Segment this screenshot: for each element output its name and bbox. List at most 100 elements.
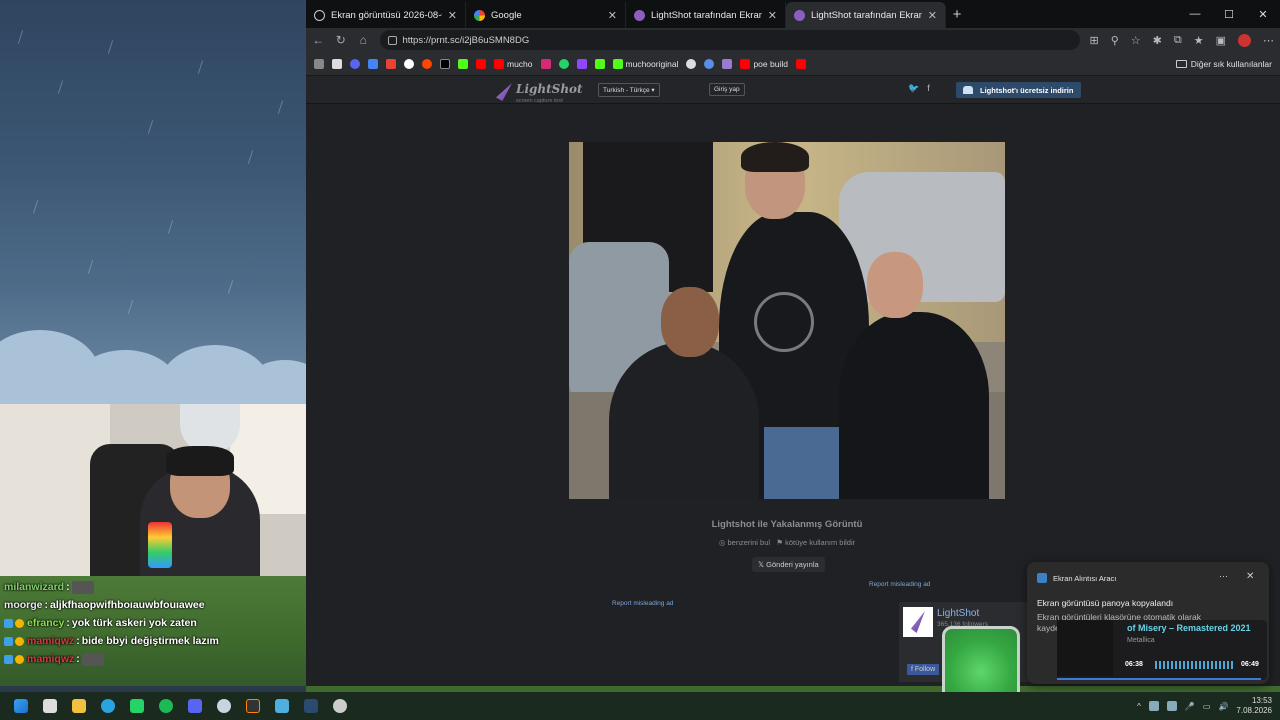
url-field[interactable]: https://prnt.sc/i2jB6uSMN8DG [379,30,1080,50]
other-bookmarks[interactable]: Diğer sık kullanılanlar [1175,59,1272,69]
tab-lightshot-active[interactable]: LightShot tarafından Ekran Görüntü ✕ [786,2,946,28]
twitter-icon[interactable]: 🐦 [908,83,919,94]
close-window-button[interactable]: ✕ [1246,8,1280,21]
split-screen-icon[interactable]: ⧉ [1174,34,1182,47]
mic-icon[interactable]: 🎤 [1185,702,1195,711]
emote-icon [81,652,104,666]
report-ad-link[interactable]: Report misleading ad [869,581,930,588]
report-ad-link[interactable]: Report misleading ad [612,600,673,607]
song-title: of Misery – Remastered 2021 [1127,623,1251,633]
new-tab-button[interactable]: + [946,6,968,23]
bookmark-poe-build[interactable]: poe build [740,58,788,69]
more-options-icon[interactable]: ⋯ [1219,571,1228,582]
refresh-icon[interactable]: ↻ [335,33,348,47]
home-icon[interactable]: ⌂ [357,33,370,47]
bookmark-instagram-icon[interactable] [540,58,551,69]
facebook-icon[interactable]: f [927,83,930,94]
tray-app-icon[interactable] [1148,701,1159,711]
taskbar: ^ 🎤 ▭ 🔊 13:53 7.08.2026 [0,692,1280,720]
steam-icon[interactable] [213,695,235,717]
bookmark-mucho[interactable]: mucho [494,58,533,69]
bookmark-icon[interactable] [332,58,342,69]
bookmark-youtube-icon[interactable] [476,58,486,69]
download-button[interactable]: Lightshot'ı ücretsiz indirin [956,82,1082,98]
taskview-icon[interactable] [39,695,61,717]
bookmark-whatsapp-icon[interactable] [558,58,569,69]
close-tab-icon[interactable]: ✕ [448,9,457,22]
youtube-icon [740,58,751,69]
follow-button[interactable]: f Follow [907,664,940,675]
tab-bar: Ekran görüntüsü 2026-08-07 132.. ✕ Googl… [306,0,1280,28]
bookmark-tab-actions-icon[interactable] [314,58,324,69]
extensions-icon[interactable]: ✱ [1153,34,1162,47]
discord-icon[interactable] [184,695,206,717]
close-tab-icon[interactable]: ✕ [768,9,777,22]
page-name[interactable]: LightShot [937,608,979,619]
bookmark-edge-icon[interactable] [704,58,715,69]
youtube-icon [494,58,504,69]
app-icon[interactable] [271,695,293,717]
stream-background-sky [0,0,306,404]
chat-message: mamiqwz: [4,650,304,668]
edge-icon[interactable] [97,695,119,717]
stream-chat: milanwizard: moorge: aljkfhaopwifhboıauwb… [4,578,304,668]
close-tab-icon[interactable]: ✕ [608,9,617,22]
bookmark-steam-icon[interactable] [686,58,697,69]
tab-screenshot[interactable]: Ekran görüntüsü 2026-08-07 132.. ✕ [306,2,466,28]
start-icon[interactable] [10,695,32,717]
system-tray: ^ 🎤 ▭ 🔊 13:53 7.08.2026 [1137,692,1272,720]
share-button[interactable]: 𝕏 Gönderi yayınla [752,557,825,572]
close-tab-icon[interactable]: ✕ [928,9,937,22]
lightshot-icon [794,9,805,21]
bookmark-kick2-icon[interactable] [594,58,605,69]
bookmark-youtube2-icon[interactable] [795,58,806,69]
bookmark-lightshot-icon[interactable] [722,58,733,69]
minimize-button[interactable]: — [1178,8,1212,21]
explorer-icon[interactable] [68,695,90,717]
chat-message: moorge: aljkfhaopwifhboıauwbfouıawee [4,599,205,611]
spotify-icon[interactable] [155,695,177,717]
site-info-icon[interactable] [387,35,397,45]
similar-link[interactable]: ◎ benzerini bul [719,538,770,547]
bookmark-google-icon[interactable] [404,58,414,69]
bookmarks-bar: mucho muchooriginal poe build Diğer sık … [306,52,1280,76]
bookmark-muchooriginal[interactable]: muchooriginal [612,58,678,69]
whatsapp-icon[interactable] [126,695,148,717]
maximize-button[interactable]: ☐ [1212,8,1246,21]
chat-message: mamiqwz: bide bbyi değiştirmek lazım [4,632,304,650]
profile-avatar[interactable] [1238,33,1252,47]
collections-icon[interactable]: ▣ [1216,34,1226,47]
back-icon[interactable]: ← [312,33,325,47]
language-select[interactable]: Turkish - Türkçe ▾ [598,83,660,97]
network-icon[interactable]: ▭ [1203,702,1211,711]
menu-icon[interactable]: ⋯ [1263,34,1274,47]
close-icon[interactable]: ✕ [1246,571,1254,582]
bookmark-x-icon[interactable] [440,58,450,69]
chrome-icon[interactable] [329,695,351,717]
lightshot-logo[interactable]: LightShot screen capture tool [496,80,583,104]
tab-lightshot[interactable]: LightShot tarafından Ekran Görüntü ✕ [626,2,786,28]
obs-icon[interactable] [242,695,264,717]
steam2-icon[interactable] [300,695,322,717]
favorites-icon[interactable]: ★ [1194,34,1204,47]
report-link[interactable]: ⚑ kötüye kullanım bildir [776,538,855,547]
login-button[interactable]: Giriş yap [709,83,745,96]
tab-google[interactable]: Google ✕ [466,2,626,28]
chevron-up-icon[interactable]: ^ [1137,702,1141,711]
address-bar-row: ← ↻ ⌂ https://prnt.sc/i2jB6uSMN8DG ⊞ ⚲ ☆… [306,28,1280,52]
app-available-icon[interactable]: ⊞ [1090,34,1099,47]
bookmark-gmail-icon[interactable] [386,58,396,69]
bookmark-translate-icon[interactable] [368,58,378,69]
clock[interactable]: 13:53 7.08.2026 [1236,696,1272,716]
image-actions: ◎ benzerini bul ⚑ kötüye kullanım bildir [569,538,1005,547]
screenshot-image[interactable] [569,142,1005,499]
bookmark-reddit-icon[interactable] [422,58,432,69]
bookmark-kick-icon[interactable] [458,58,468,69]
bookmark-discord-icon[interactable] [350,58,360,69]
zoom-icon[interactable]: ⚲ [1111,34,1119,47]
notification-header: Ekran Alıntısı Aracı [1037,573,1116,583]
bookmark-twitch-icon[interactable] [576,58,587,69]
volume-icon[interactable]: 🔊 [1218,702,1228,711]
tray-app-icon[interactable] [1166,701,1177,711]
favorite-star-icon[interactable]: ☆ [1131,34,1141,47]
